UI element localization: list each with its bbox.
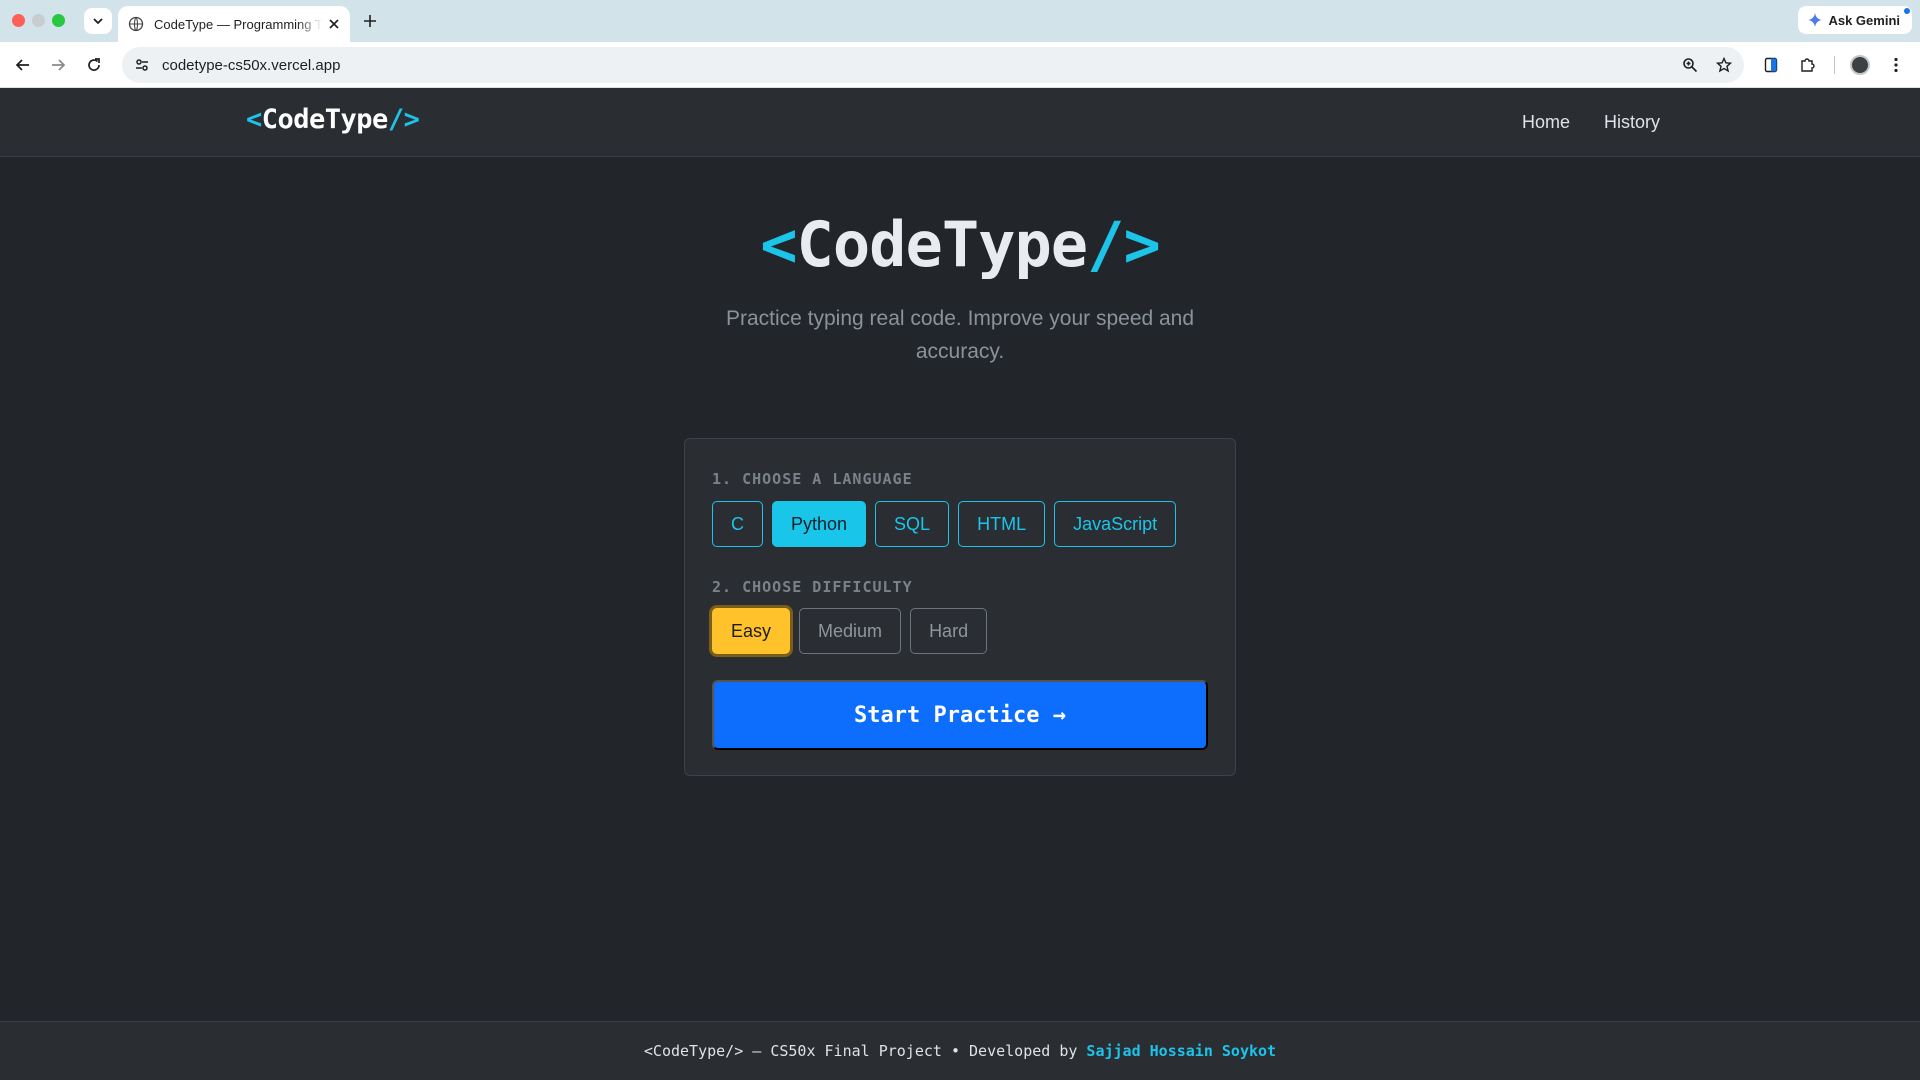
browser-tab-active[interactable]: CodeType — Programming Typing Practice <box>118 6 350 42</box>
forward-button[interactable] <box>47 54 69 76</box>
hero-title-text: CodeType <box>796 208 1089 281</box>
back-button[interactable] <box>12 54 34 76</box>
profile-button[interactable] <box>1848 54 1872 76</box>
browser-tab-bar: CodeType — Programming Typing Practice A… <box>0 0 1920 42</box>
url-text: codetype-cs50x.vercel.app <box>162 56 341 74</box>
logo-close-bracket: /> <box>387 104 420 135</box>
arrow-left-icon <box>15 59 29 71</box>
avatar <box>1850 55 1870 75</box>
hero-open-bracket: < <box>760 208 797 281</box>
start-practice-button[interactable]: Start Practice → <box>712 680 1208 750</box>
tab-title: CodeType — Programming Typing Practice <box>154 16 322 32</box>
address-bar[interactable]: codetype-cs50x.vercel.app <box>122 47 1744 83</box>
reading-mode-button[interactable] <box>1760 54 1782 76</box>
globe-icon <box>128 16 144 32</box>
notification-dot <box>1904 8 1910 14</box>
close-tab-icon[interactable] <box>328 18 340 30</box>
difficulty-options: Easy Medium Hard <box>712 608 988 654</box>
hero-subtitle: Practice typing real code. Improve your … <box>725 307 1195 363</box>
practice-setup-card: 1. CHOOSE A LANGUAGE C Python SQL HTML J… <box>684 438 1236 776</box>
language-button-sql[interactable]: SQL <box>875 501 950 547</box>
ask-gemini-button[interactable]: Ask Gemini <box>1798 6 1912 34</box>
hero-title: <CodeType/> <box>0 208 1920 281</box>
language-options: C Python SQL HTML JavaScript <box>712 501 1177 547</box>
site-header: <CodeType/> Home History <box>0 88 1920 157</box>
language-button-c[interactable]: C <box>712 501 763 547</box>
difficulty-button-medium[interactable]: Medium <box>799 608 902 654</box>
arrow-right-icon <box>52 59 66 71</box>
difficulty-button-easy[interactable]: Easy <box>712 608 791 654</box>
site-footer: <CodeType/> — CS50x Final Project • Deve… <box>0 1021 1920 1080</box>
difficulty-step-label: 2. CHOOSE DIFFICULTY <box>712 578 913 596</box>
gemini-sparkle-icon <box>1808 13 1823 27</box>
minimize-window-button[interactable] <box>32 14 45 27</box>
site-logo[interactable]: <CodeType/> <box>246 104 420 135</box>
logo-text: CodeType <box>261 104 389 135</box>
difficulty-button-hard[interactable]: Hard <box>910 608 988 654</box>
reload-button[interactable] <box>83 54 105 76</box>
puzzle-icon <box>1801 58 1815 72</box>
close-window-button[interactable] <box>12 14 25 27</box>
ask-gemini-label: Ask Gemini <box>1828 12 1900 28</box>
bookmark-star-icon[interactable] <box>1716 57 1732 73</box>
language-button-python[interactable]: Python <box>772 501 867 547</box>
language-step-label: 1. CHOOSE A LANGUAGE <box>712 470 913 488</box>
kebab-menu-icon <box>1894 57 1898 73</box>
document-icon <box>1764 57 1778 73</box>
browser-menu-button[interactable] <box>1886 54 1906 76</box>
site-info-icon[interactable] <box>134 57 150 73</box>
chevron-down-icon <box>93 18 103 25</box>
footer-author-link[interactable]: Sajjad Hossain Soykot <box>1086 1042 1276 1060</box>
browser-toolbar: codetype-cs50x.vercel.app <box>0 42 1920 88</box>
nav-home-link[interactable]: Home <box>1522 112 1570 133</box>
zoom-icon[interactable] <box>1682 57 1698 73</box>
hero-close-bracket: /> <box>1087 208 1161 281</box>
plus-icon <box>364 15 376 27</box>
toolbar-divider <box>1834 56 1835 74</box>
extensions-button[interactable] <box>1796 54 1818 76</box>
logo-open-bracket: < <box>246 104 262 135</box>
footer-text: <CodeType/> — CS50x Final Project • Deve… <box>643 1042 1078 1060</box>
language-button-javascript[interactable]: JavaScript <box>1054 501 1177 547</box>
nav-history-link[interactable]: History <box>1604 112 1660 133</box>
maximize-window-button[interactable] <box>52 14 65 27</box>
reload-icon <box>88 58 100 71</box>
language-button-html[interactable]: HTML <box>958 501 1046 547</box>
new-tab-button[interactable] <box>360 11 380 31</box>
tab-search-button[interactable] <box>84 8 112 34</box>
